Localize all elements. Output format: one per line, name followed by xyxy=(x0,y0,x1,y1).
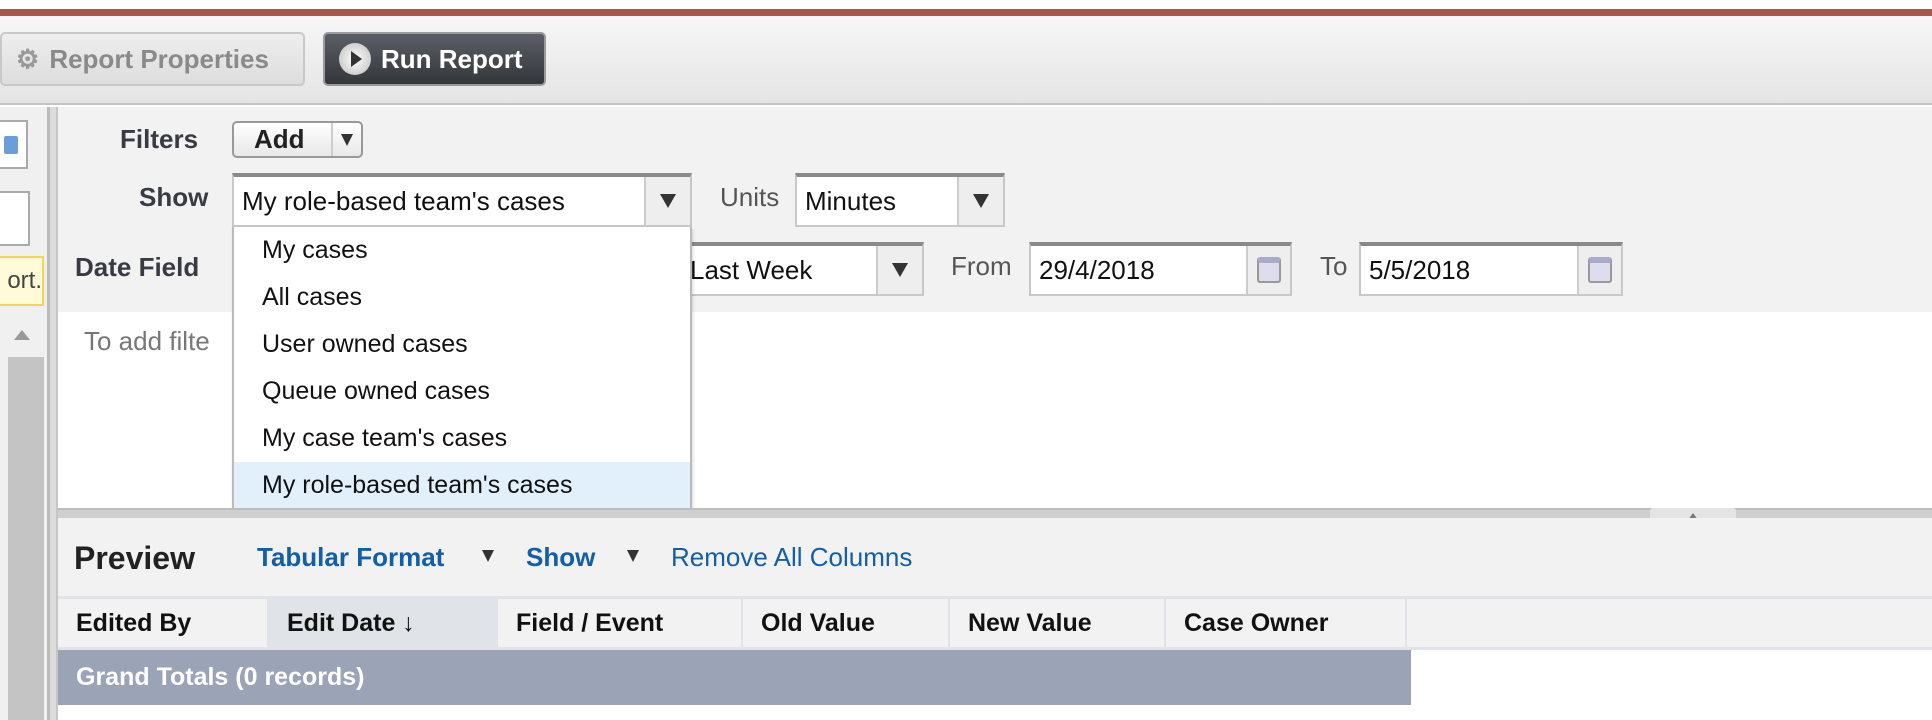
chevron-down-icon[interactable] xyxy=(876,246,922,294)
chevron-down-icon[interactable] xyxy=(331,123,361,156)
chevron-down-icon[interactable] xyxy=(644,177,690,225)
option-queue-owned-cases[interactable]: Queue owned cases xyxy=(234,368,690,415)
column-field-event[interactable]: Field / Event xyxy=(498,599,743,647)
chevron-down-icon[interactable] xyxy=(627,550,639,562)
toolbar: ⚙ Report Properties Run Report xyxy=(0,16,1932,105)
from-label: From xyxy=(951,251,1012,281)
column-old-value[interactable]: Old Value xyxy=(743,599,950,647)
column-edited-by[interactable]: Edited By xyxy=(58,599,269,647)
grand-totals-row: Grand Totals (0 records) xyxy=(58,650,1411,705)
from-date-input[interactable]: 29/4/2018 xyxy=(1029,242,1292,296)
scrollbar-track[interactable] xyxy=(8,357,44,720)
left-pane: ort. xyxy=(0,107,47,720)
option-all-cases[interactable]: All cases xyxy=(234,274,690,321)
preview-title: Preview xyxy=(74,540,195,576)
column-case-owner[interactable]: Case Owner xyxy=(1166,599,1407,647)
scroll-up-button[interactable] xyxy=(10,325,34,345)
play-icon xyxy=(339,43,371,75)
filter-hint: To add filte xyxy=(84,326,210,356)
add-filter-button[interactable]: Add xyxy=(232,121,363,158)
to-label: To xyxy=(1320,251,1348,281)
date-field-label: Date Field xyxy=(75,252,200,282)
column-edit-date[interactable]: Edit Date ↓ xyxy=(269,599,498,647)
chevron-down-icon[interactable] xyxy=(482,550,494,562)
run-report-button[interactable]: Run Report xyxy=(323,32,546,86)
chevron-down-icon[interactable] xyxy=(957,177,1003,225)
table-header: Edited By Edit Date ↓ Field / Event Old … xyxy=(58,596,1932,650)
show-select[interactable]: My role-based team's cases xyxy=(232,173,692,227)
show-dropdown-list: My cases All cases User owned cases Queu… xyxy=(232,227,692,511)
units-select[interactable]: Minutes xyxy=(795,173,1005,227)
show-menu[interactable]: Show xyxy=(526,542,595,573)
tooltip: ort. xyxy=(0,256,44,306)
search-field[interactable] xyxy=(0,191,30,246)
pane-divider[interactable] xyxy=(47,107,58,720)
to-date-input[interactable]: 5/5/2018 xyxy=(1359,242,1623,296)
filters-label: Filters xyxy=(120,124,199,154)
top-accent-bar xyxy=(0,9,1932,16)
option-my-role-based-team-cases[interactable]: My role-based team's cases xyxy=(234,462,690,509)
remove-all-columns-link[interactable]: Remove All Columns xyxy=(671,542,912,573)
calendar-icon-button[interactable] xyxy=(0,120,28,169)
option-my-case-team-cases[interactable]: My case team's cases xyxy=(234,415,690,462)
calendar-icon xyxy=(4,136,18,154)
calendar-icon[interactable] xyxy=(1577,246,1621,294)
option-user-owned-cases[interactable]: User owned cases xyxy=(234,321,690,368)
tabular-format-menu[interactable]: Tabular Format xyxy=(257,542,444,573)
show-label: Show xyxy=(139,182,209,212)
gear-icon: ⚙ xyxy=(16,43,40,74)
units-label: Units xyxy=(720,182,780,212)
option-my-cases[interactable]: My cases xyxy=(234,227,690,274)
report-properties-button[interactable]: ⚙ Report Properties xyxy=(0,32,305,86)
column-new-value[interactable]: New Value xyxy=(950,599,1166,647)
calendar-icon[interactable] xyxy=(1246,246,1290,294)
